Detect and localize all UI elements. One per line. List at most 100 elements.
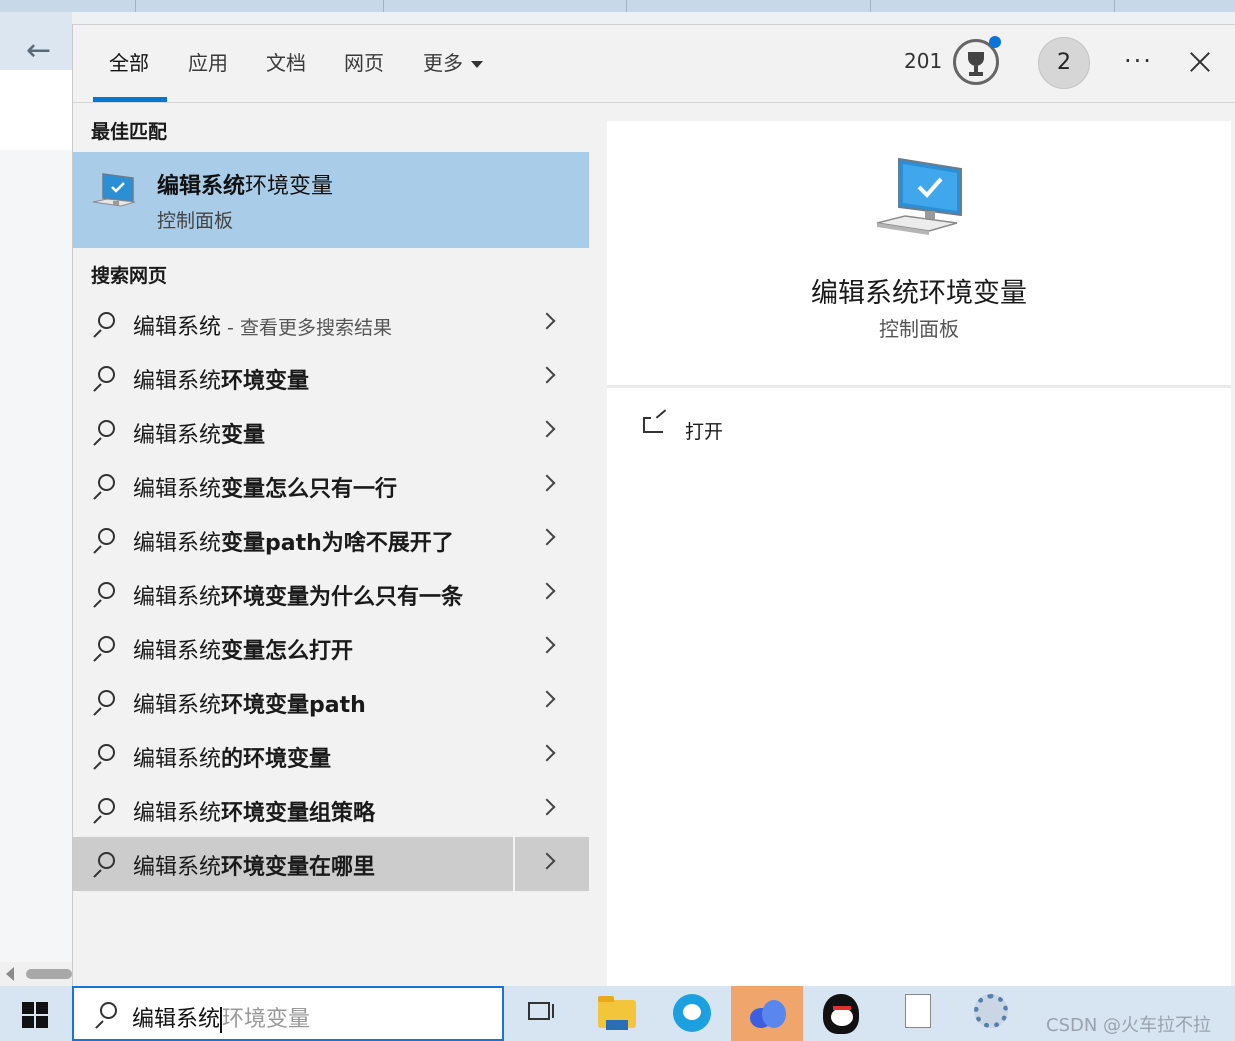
web-result-bold: 变量怎么只有一行	[221, 477, 398, 502]
cloud-app-icon[interactable]	[748, 1000, 786, 1028]
web-result-bold: 环境变量	[221, 369, 310, 394]
web-result-row[interactable]: 编辑系统环境变量在哪里	[73, 837, 589, 891]
background-browser-tabstrip	[0, 0, 1235, 12]
tab-all[interactable]: 全部	[109, 51, 149, 81]
chevron-right-icon[interactable]	[538, 312, 556, 330]
more-options-button[interactable]: ···	[1124, 47, 1153, 75]
web-result-label: 编辑系统的环境变量	[133, 741, 331, 773]
divider	[513, 837, 515, 891]
web-result-bold: 的环境变量	[221, 747, 332, 772]
chevron-right-icon[interactable]	[538, 420, 556, 438]
web-result-row[interactable]: 编辑系统环境变量path	[73, 675, 589, 729]
chevron-right-icon[interactable]	[538, 852, 556, 870]
web-result-label: 编辑系统变量怎么打开	[133, 633, 353, 665]
best-match-heading: 最佳匹配	[91, 121, 168, 143]
search-icon	[91, 744, 115, 770]
windows-start-icon[interactable]	[22, 1002, 48, 1028]
task-view-icon[interactable]	[524, 994, 562, 1032]
web-result-row[interactable]: 编辑系统的环境变量	[73, 729, 589, 783]
tab-apps[interactable]: 应用	[188, 51, 228, 81]
divider	[607, 385, 1231, 388]
best-match-title-rest: 环境变量	[245, 174, 334, 199]
background-tab[interactable]	[383, 0, 384, 12]
tab-documents[interactable]: 文档	[266, 51, 306, 81]
open-icon[interactable]	[643, 409, 667, 433]
chevron-right-icon[interactable]	[538, 690, 556, 708]
preview-subtitle: 控制面板	[879, 317, 959, 341]
horizontal-scrollbar[interactable]	[0, 962, 72, 986]
web-result-label: 编辑系统 - 查看更多搜索结果	[133, 309, 392, 341]
computer-icon	[876, 157, 962, 235]
search-icon	[91, 420, 115, 446]
web-result-prefix: 编辑系统	[133, 747, 222, 772]
search-icon	[91, 582, 115, 608]
web-result-bold: 变量	[221, 423, 266, 448]
chevron-right-icon[interactable]	[538, 798, 556, 816]
background-tab[interactable]	[870, 0, 871, 12]
settings-gear-icon[interactable]	[974, 994, 1008, 1028]
rewards-trophy-icon[interactable]	[953, 36, 1001, 85]
chevron-right-icon[interactable]	[538, 636, 556, 654]
web-result-row[interactable]: 编辑系统环境变量	[73, 351, 589, 405]
web-result-bold: 环境变量为什么只有一条	[221, 585, 464, 610]
close-icon[interactable]	[1185, 47, 1215, 77]
search-icon	[91, 312, 115, 338]
web-result-row[interactable]: 编辑系统环境变量组策略	[73, 783, 589, 837]
chevron-right-icon[interactable]	[538, 528, 556, 546]
best-match-result[interactable]: 编辑系统环境变量 控制面板	[73, 152, 589, 248]
chevron-right-icon[interactable]	[538, 474, 556, 492]
file-explorer-icon[interactable]	[598, 996, 636, 1030]
web-result-row[interactable]: 编辑系统变量	[73, 405, 589, 459]
chevron-right-icon[interactable]	[538, 366, 556, 384]
tab-web[interactable]: 网页	[344, 51, 384, 81]
chevron-right-icon[interactable]	[538, 744, 556, 762]
notification-dot	[989, 36, 1001, 48]
background-browser-toolbar: ←	[0, 12, 72, 70]
scrollbar-thumb[interactable]	[26, 969, 72, 979]
web-result-label: 编辑系统环境变量在哪里	[133, 849, 375, 881]
search-icon	[91, 366, 115, 392]
web-result-row[interactable]: 编辑系统变量怎么只有一行	[73, 459, 589, 513]
background-page	[0, 70, 72, 150]
web-result-prefix: 编辑系统	[133, 639, 222, 664]
web-result-label: 编辑系统环境变量组策略	[133, 795, 375, 827]
document-icon[interactable]	[905, 994, 931, 1028]
web-result-label: 编辑系统环境变量path	[133, 687, 366, 719]
web-result-row[interactable]: 编辑系统变量path为啥不展开了	[73, 513, 589, 567]
chevron-right-icon[interactable]	[538, 582, 556, 600]
web-result-label: 编辑系统变量path为啥不展开了	[133, 525, 454, 557]
web-result-bold: 变量path为啥不展开了	[221, 531, 454, 556]
background-page-body	[0, 150, 72, 965]
search-icon	[91, 798, 115, 824]
web-result-prefix: 编辑系统	[133, 585, 222, 610]
rewards-points: 201	[904, 49, 943, 73]
best-match-title: 编辑系统环境变量	[157, 168, 333, 200]
chevron-down-icon	[471, 61, 483, 68]
background-tab[interactable]	[1114, 0, 1115, 12]
search-icon	[91, 690, 115, 716]
taskbar-search-input[interactable]: 编辑系统环境变量	[72, 986, 504, 1041]
search-icon	[91, 474, 115, 500]
search-icon	[92, 1002, 118, 1029]
tab-more-label: 更多	[423, 51, 463, 75]
tab-more[interactable]: 更多	[423, 51, 483, 81]
web-result-row[interactable]: 编辑系统变量怎么打开	[73, 621, 589, 675]
qq-penguin-icon[interactable]	[823, 994, 859, 1034]
background-tab[interactable]	[626, 0, 627, 12]
open-action[interactable]: 打开	[685, 417, 723, 444]
web-result-prefix: 编辑系统	[133, 423, 222, 448]
web-search-heading: 搜索网页	[91, 265, 168, 287]
web-result-row[interactable]: 编辑系统 - 查看更多搜索结果	[73, 297, 589, 351]
active-tab-indicator	[93, 97, 167, 102]
search-autocomplete: 环境变量	[222, 1007, 311, 1032]
account-avatar[interactable]: 2	[1038, 37, 1090, 89]
scroll-left-icon[interactable]	[6, 967, 14, 981]
web-result-row[interactable]: 编辑系统环境变量为什么只有一条	[73, 567, 589, 621]
web-result-prefix: 编辑系统	[133, 315, 222, 340]
web-result-label: 编辑系统变量	[133, 417, 265, 449]
background-tab[interactable]	[135, 0, 136, 12]
web-result-prefix: 编辑系统	[133, 477, 222, 502]
back-arrow-icon[interactable]: ←	[26, 36, 51, 66]
edge-browser-icon[interactable]	[673, 994, 711, 1032]
web-result-bold: 环境变量在哪里	[221, 855, 376, 880]
